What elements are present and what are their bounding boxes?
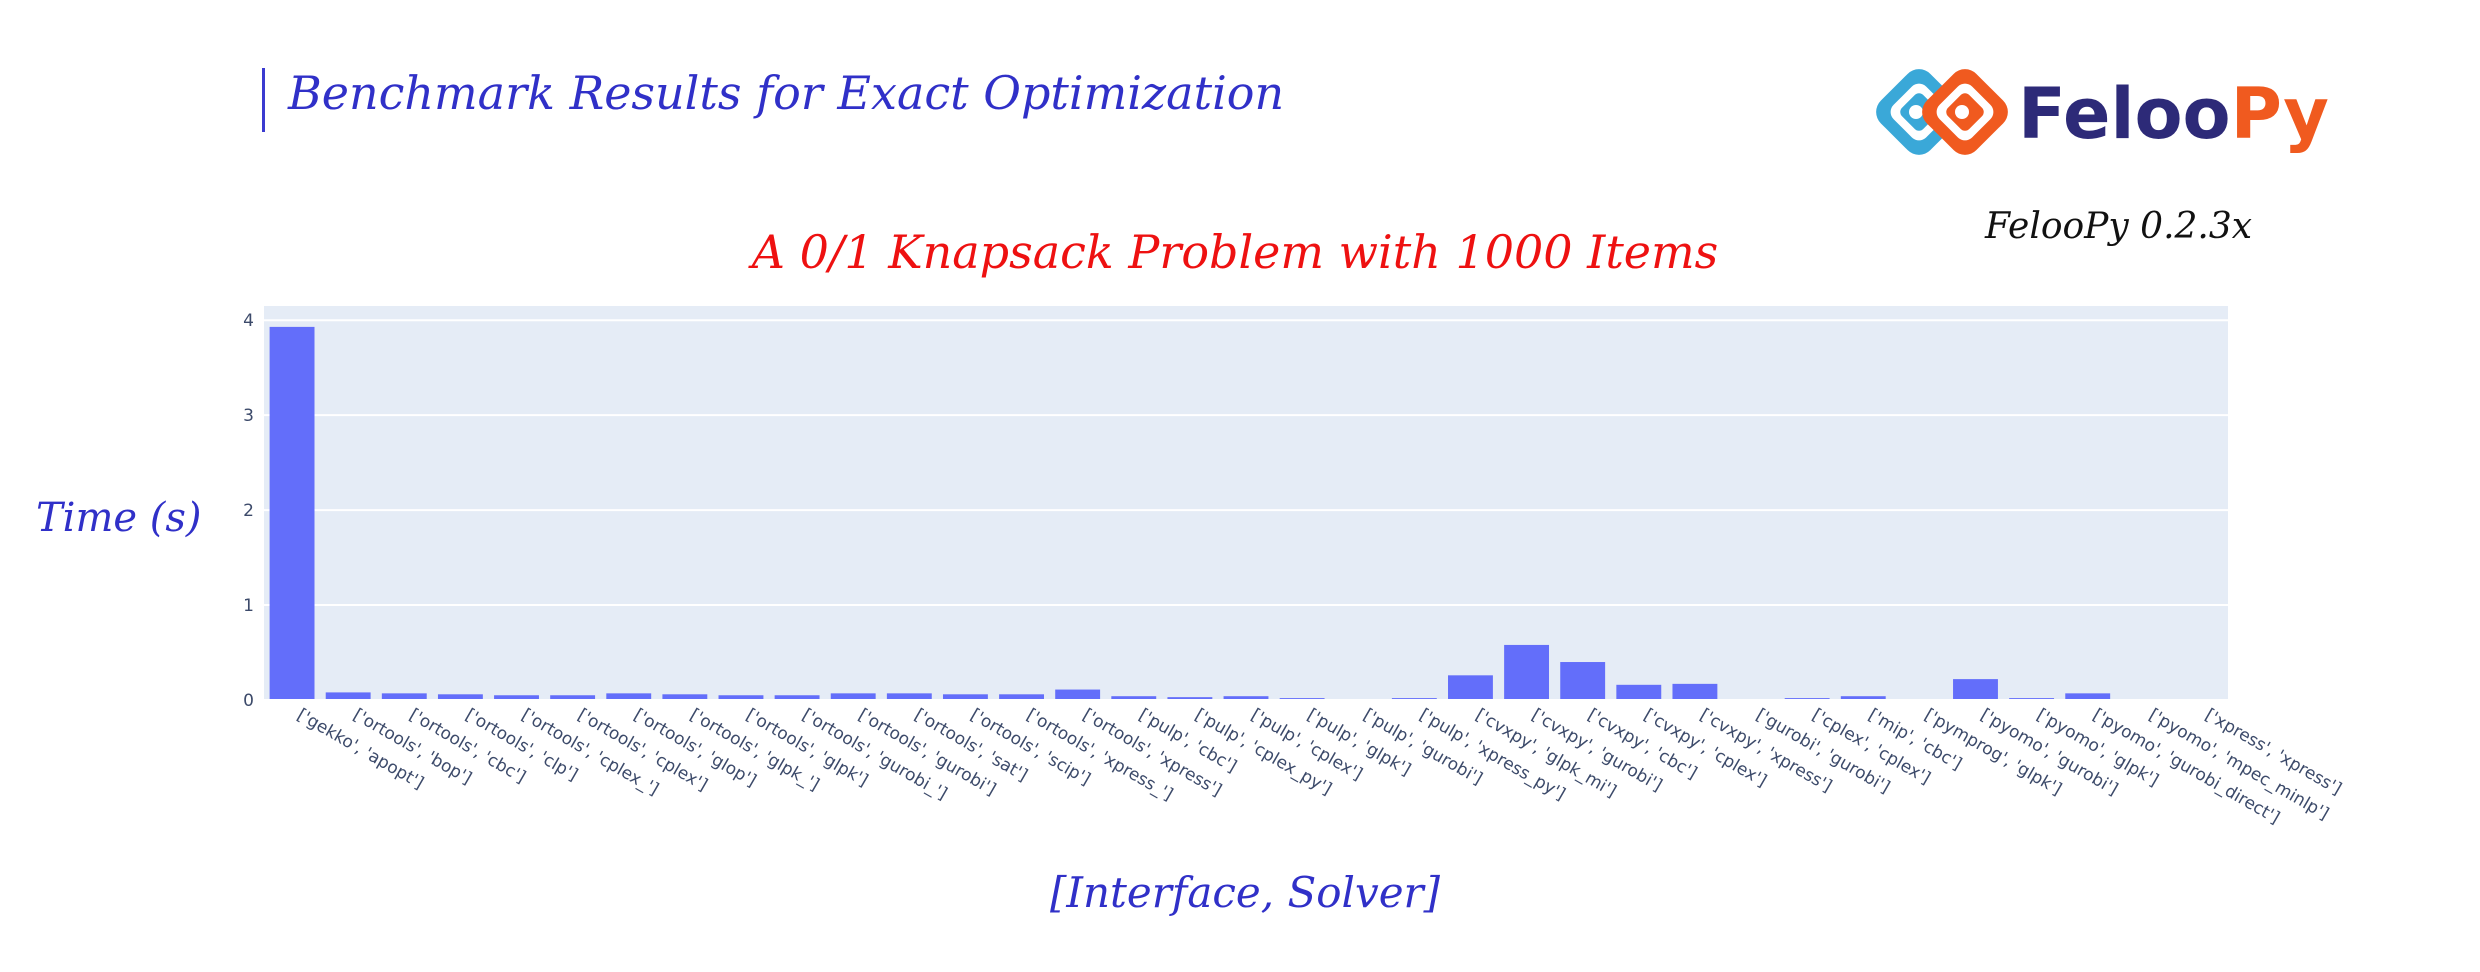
y-tick-label: 1 — [243, 596, 254, 616]
plot-area — [264, 306, 2228, 700]
bar — [325, 692, 371, 700]
y-tick-label: 4 — [243, 311, 254, 331]
bar — [1560, 662, 1606, 700]
bar — [1616, 684, 1662, 700]
y-tick-label: 2 — [243, 501, 254, 521]
bar — [1448, 675, 1493, 700]
bar — [1504, 644, 1550, 700]
bar-chart: 01234['gekko', 'apopt']['ortools', 'bop'… — [243, 306, 2345, 828]
bar — [1953, 679, 1998, 700]
y-tick-label: 3 — [243, 406, 254, 426]
bar — [1672, 683, 1718, 700]
bar — [269, 326, 315, 700]
bar — [1055, 689, 1101, 700]
y-tick-label: 0 — [243, 691, 254, 711]
